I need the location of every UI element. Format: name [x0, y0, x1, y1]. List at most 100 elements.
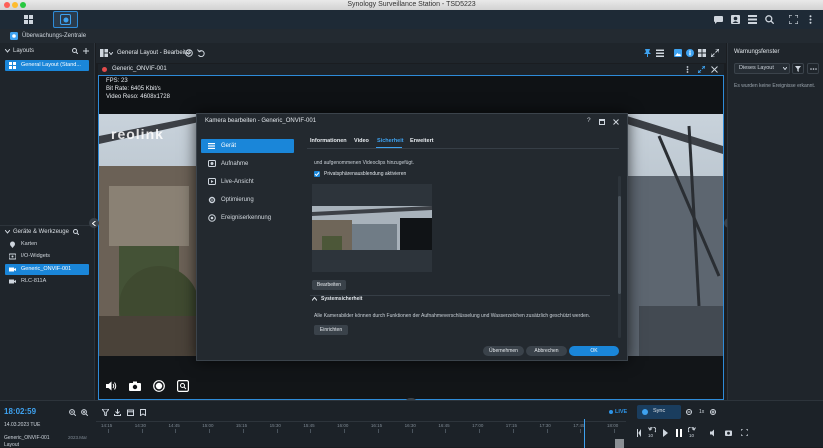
- timeline-tick-mark: [344, 429, 346, 433]
- grid-icon[interactable]: [698, 49, 706, 57]
- close-icon[interactable]: [613, 119, 619, 125]
- minimize-window-button[interactable]: [12, 2, 18, 8]
- breadcrumb: Überwachungs-Zentrale: [0, 29, 823, 43]
- dialog-scrollbar[interactable]: [618, 176, 621, 338]
- chevron-down-icon[interactable]: [109, 52, 113, 55]
- layouts-section-header[interactable]: Layouts: [0, 45, 95, 57]
- bookmark-icon[interactable]: [140, 409, 146, 416]
- image-icon[interactable]: [674, 49, 682, 57]
- skip-forward-seconds[interactable]: 10: [689, 433, 694, 438]
- timeline-tick-label: 16:00: [337, 423, 349, 428]
- user-button[interactable]: [728, 11, 742, 28]
- list-icon[interactable]: [656, 49, 664, 57]
- digital-zoom-icon[interactable]: [177, 380, 189, 392]
- chevron-down-icon: [5, 49, 10, 53]
- close-icon[interactable]: [711, 66, 718, 73]
- speed-up-icon[interactable]: [710, 409, 716, 415]
- search-icon[interactable]: [73, 229, 79, 235]
- record-icon[interactable]: [153, 380, 165, 392]
- notifications-button[interactable]: [711, 11, 725, 28]
- apply-button[interactable]: Übernehmen: [483, 346, 524, 356]
- check-circle-icon[interactable]: [185, 49, 193, 57]
- fullscreen-icon[interactable]: [741, 429, 748, 436]
- pin-icon[interactable]: [644, 49, 651, 57]
- zoom-out-icon[interactable]: [69, 409, 76, 416]
- edit-mask-button[interactable]: Bearbeiten: [312, 280, 346, 290]
- speed-down-icon[interactable]: [686, 409, 692, 415]
- search-icon[interactable]: [72, 48, 78, 54]
- device-item-label: RLC-811A: [21, 278, 47, 284]
- timeline-tick-mark: [175, 429, 177, 433]
- previous-event-icon[interactable]: [637, 429, 641, 437]
- layout-title: General Layout - Bearbeitet: [117, 50, 191, 56]
- io-widget-icon: [9, 253, 16, 260]
- ok-button[interactable]: OK: [569, 346, 619, 356]
- nav-item-device[interactable]: Gerät: [201, 139, 294, 153]
- volume-icon[interactable]: [710, 429, 716, 437]
- timeline-tick-label: 16:45: [438, 423, 450, 428]
- options-button[interactable]: [803, 11, 817, 28]
- timeline-tick-label: 17:30: [539, 423, 551, 428]
- main-menu-button[interactable]: [16, 11, 41, 28]
- devices-section-header[interactable]: Geräte & Werkzeuge: [0, 225, 95, 237]
- more-options-button[interactable]: [807, 63, 819, 74]
- speaker-icon[interactable]: [106, 381, 117, 391]
- layout-filter-select[interactable]: Dieses Layout: [734, 63, 790, 74]
- expand-icon[interactable]: [711, 49, 719, 57]
- layout-icon[interactable]: [100, 49, 108, 57]
- snapshot-icon[interactable]: [725, 429, 732, 437]
- rewind-10-icon[interactable]: [648, 427, 656, 433]
- expand-icon[interactable]: [698, 66, 705, 73]
- snapshot-camera-icon[interactable]: [129, 381, 141, 391]
- timeline-ruler[interactable]: [96, 421, 626, 422]
- zoom-in-icon[interactable]: [81, 409, 88, 416]
- device-item-rlc-811a[interactable]: RLC-811A: [5, 276, 89, 287]
- live-label[interactable]: LIVE: [615, 409, 627, 415]
- undo-icon[interactable]: [197, 49, 205, 57]
- filter-icon[interactable]: [102, 409, 109, 416]
- dialog-title: Kamera bearbeiten - Generic_ONVIF-001: [205, 118, 317, 124]
- export-icon[interactable]: [114, 409, 121, 416]
- privacy-mask-checkbox[interactable]: [314, 171, 320, 177]
- device-item-generic-onvif[interactable]: Generic_ONVIF-001: [5, 264, 89, 275]
- filter-button[interactable]: [792, 63, 804, 74]
- previous-page-button[interactable]: [89, 218, 99, 228]
- edit-camera-dialog: Kamera bearbeiten - Generic_ONVIF-001 ? …: [196, 113, 628, 361]
- add-icon[interactable]: [83, 48, 89, 54]
- tab-security[interactable]: Sicherheit: [377, 138, 404, 144]
- play-icon[interactable]: [663, 429, 668, 437]
- fullscreen-button[interactable]: [786, 11, 800, 28]
- chevron-up-icon[interactable]: [312, 297, 317, 301]
- nav-item-recording[interactable]: Aufnahme: [201, 157, 294, 171]
- more-vertical-icon[interactable]: [686, 66, 689, 73]
- help-button[interactable]: ?: [587, 117, 591, 124]
- tab-video[interactable]: Video: [354, 138, 369, 144]
- timeline-panel: 18:02:59 14.03.2023 TUE Generic_ONVIF-00…: [0, 400, 823, 448]
- search-button[interactable]: [762, 11, 776, 28]
- cancel-button[interactable]: Abbrechen: [526, 346, 567, 356]
- device-item-maps[interactable]: Karten: [5, 239, 89, 250]
- monitor-center-tab[interactable]: [53, 11, 78, 28]
- dialog-scrollbar-thumb[interactable]: [618, 196, 621, 294]
- timeline-tick-mark: [580, 429, 582, 433]
- close-window-button[interactable]: [4, 2, 10, 8]
- device-item-io-widgets[interactable]: I/O-Widgets: [5, 251, 89, 262]
- skip-back-seconds[interactable]: 10: [648, 433, 653, 438]
- nav-item-optimization[interactable]: Optimierung: [201, 193, 294, 207]
- tab-information[interactable]: Informationen: [310, 138, 347, 144]
- info-icon[interactable]: [686, 49, 694, 57]
- calendar-icon[interactable]: [127, 409, 134, 416]
- tab-advanced[interactable]: Erweitert: [410, 138, 434, 144]
- nav-item-live-view[interactable]: Live-Ansicht: [201, 175, 294, 189]
- zoom-window-button[interactable]: [20, 2, 26, 8]
- sync-toggle[interactable]: Sync: [637, 405, 681, 419]
- breadcrumb-label: Überwachungs-Zentrale: [22, 33, 87, 39]
- nav-item-label: Ereigniserkennung: [221, 215, 272, 221]
- timeline-cursor[interactable]: [584, 419, 585, 448]
- nav-item-event-detection[interactable]: Ereigniserkennung: [201, 211, 294, 225]
- layout-item-general[interactable]: General Layout (Stand...: [5, 60, 89, 71]
- task-manager-button[interactable]: [745, 11, 759, 28]
- setup-button[interactable]: Einrichten: [314, 325, 348, 335]
- pause-icon[interactable]: [676, 429, 682, 437]
- maximize-icon[interactable]: [599, 119, 605, 125]
